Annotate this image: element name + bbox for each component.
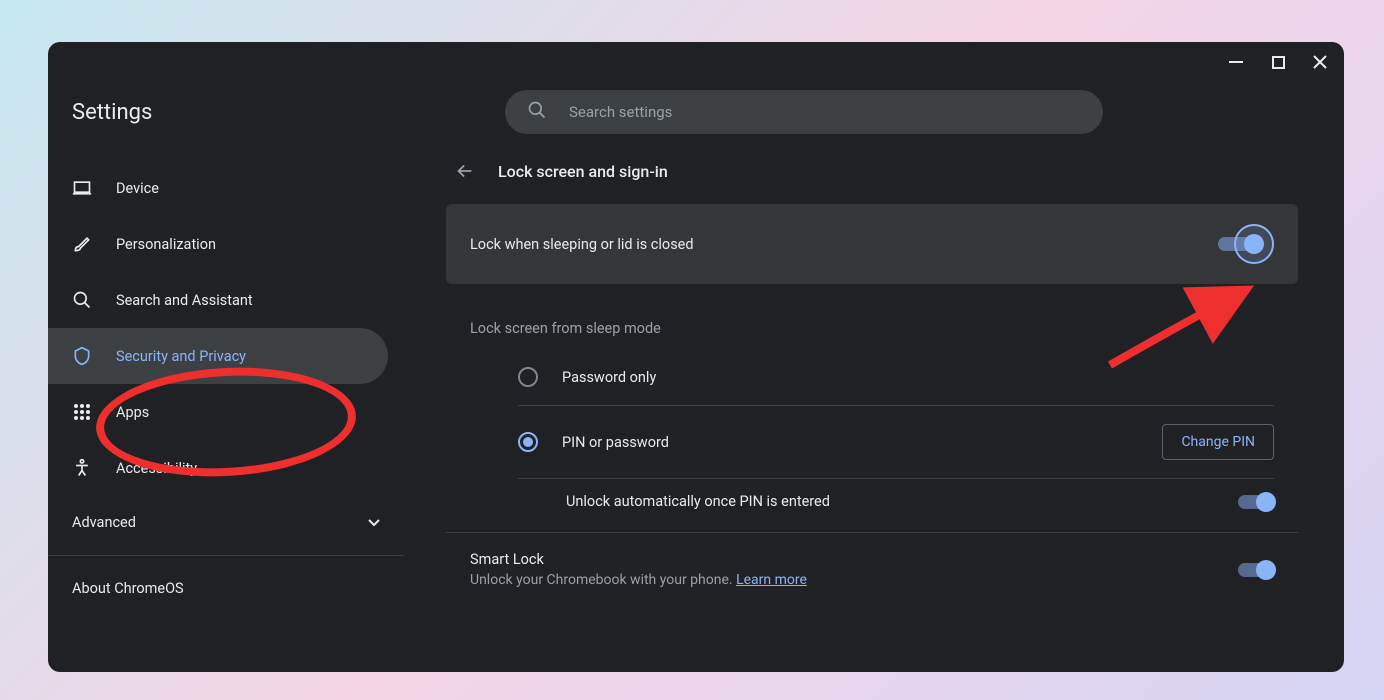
smart-lock-description: Unlock your Chromebook with your phone. …: [470, 572, 807, 588]
lock-sleep-label: Lock when sleeping or lid is closed: [470, 236, 694, 253]
sidebar-item-personalization[interactable]: Personalization: [48, 216, 388, 272]
header: Settings: [48, 82, 1344, 142]
smart-lock-toggle[interactable]: [1238, 563, 1274, 577]
sidebar-item-label: Apps: [116, 404, 149, 421]
about-label: About ChromeOS: [72, 580, 184, 597]
auto-unlock-row: Unlock automatically once PIN is entered: [518, 479, 1274, 524]
chevron-down-icon: [368, 514, 380, 531]
page-title: Lock screen and sign-in: [498, 162, 668, 181]
divider: [48, 555, 404, 556]
smart-lock-row[interactable]: Smart Lock Unlock your Chromebook with y…: [446, 532, 1298, 606]
laptop-icon: [72, 178, 92, 198]
lock-sleep-row: Lock when sleeping or lid is closed: [446, 204, 1298, 284]
radio-label: PIN or password: [562, 434, 669, 451]
content: Lock screen and sign-in Lock when sleepi…: [404, 142, 1344, 672]
sidebar-item-search-assistant[interactable]: Search and Assistant: [48, 272, 388, 328]
shield-icon: [72, 346, 92, 366]
search-input[interactable]: [569, 103, 1081, 121]
sidebar-about[interactable]: About ChromeOS: [48, 562, 404, 615]
search-icon: [527, 100, 547, 124]
maximize-button[interactable]: [1266, 50, 1290, 74]
app-title: Settings: [72, 100, 428, 125]
radio-icon-checked: [518, 432, 538, 452]
search-box[interactable]: [505, 90, 1103, 134]
radio-password-only[interactable]: Password only: [518, 349, 1274, 406]
auto-unlock-label: Unlock automatically once PIN is entered: [566, 493, 830, 510]
grid-icon: [72, 402, 92, 422]
brush-icon: [72, 234, 92, 254]
sidebar-item-label: Accessibility: [116, 460, 197, 477]
sidebar-item-label: Security and Privacy: [116, 348, 246, 365]
smart-lock-title: Smart Lock: [470, 551, 807, 568]
settings-window: Settings Device Personaliz: [48, 42, 1344, 672]
radio-group: Password only PIN or password Change PIN…: [446, 349, 1298, 524]
back-button[interactable]: [454, 160, 476, 182]
sidebar-item-accessibility[interactable]: Accessibility: [48, 440, 388, 496]
search-icon: [72, 290, 92, 310]
sidebar-item-label: Device: [116, 180, 159, 197]
sidebar-item-label: Search and Assistant: [116, 292, 253, 309]
sidebar-item-security[interactable]: Security and Privacy: [48, 328, 388, 384]
radio-icon: [518, 367, 538, 387]
section-title: Lock screen from sleep mode: [446, 308, 1298, 349]
titlebar: [48, 42, 1344, 82]
close-button[interactable]: [1308, 50, 1332, 74]
page-header: Lock screen and sign-in: [446, 142, 1298, 204]
accessibility-icon: [72, 458, 92, 478]
search-wrap: [428, 90, 1180, 134]
minimize-button[interactable]: [1224, 50, 1248, 74]
change-pin-button[interactable]: Change PIN: [1162, 424, 1274, 460]
lock-sleep-toggle[interactable]: [1234, 224, 1274, 264]
learn-more-link[interactable]: Learn more: [736, 572, 807, 588]
radio-pin-or-password[interactable]: PIN or password Change PIN: [518, 406, 1274, 479]
sidebar-item-apps[interactable]: Apps: [48, 384, 388, 440]
sidebar: Device Personalization Search and Assist…: [48, 142, 404, 672]
body: Device Personalization Search and Assist…: [48, 142, 1344, 672]
advanced-label: Advanced: [72, 514, 136, 531]
sidebar-advanced[interactable]: Advanced: [48, 496, 404, 549]
radio-label: Password only: [562, 369, 656, 386]
sidebar-item-label: Personalization: [116, 236, 216, 253]
sidebar-item-device[interactable]: Device: [48, 160, 388, 216]
auto-unlock-toggle[interactable]: [1238, 495, 1274, 509]
